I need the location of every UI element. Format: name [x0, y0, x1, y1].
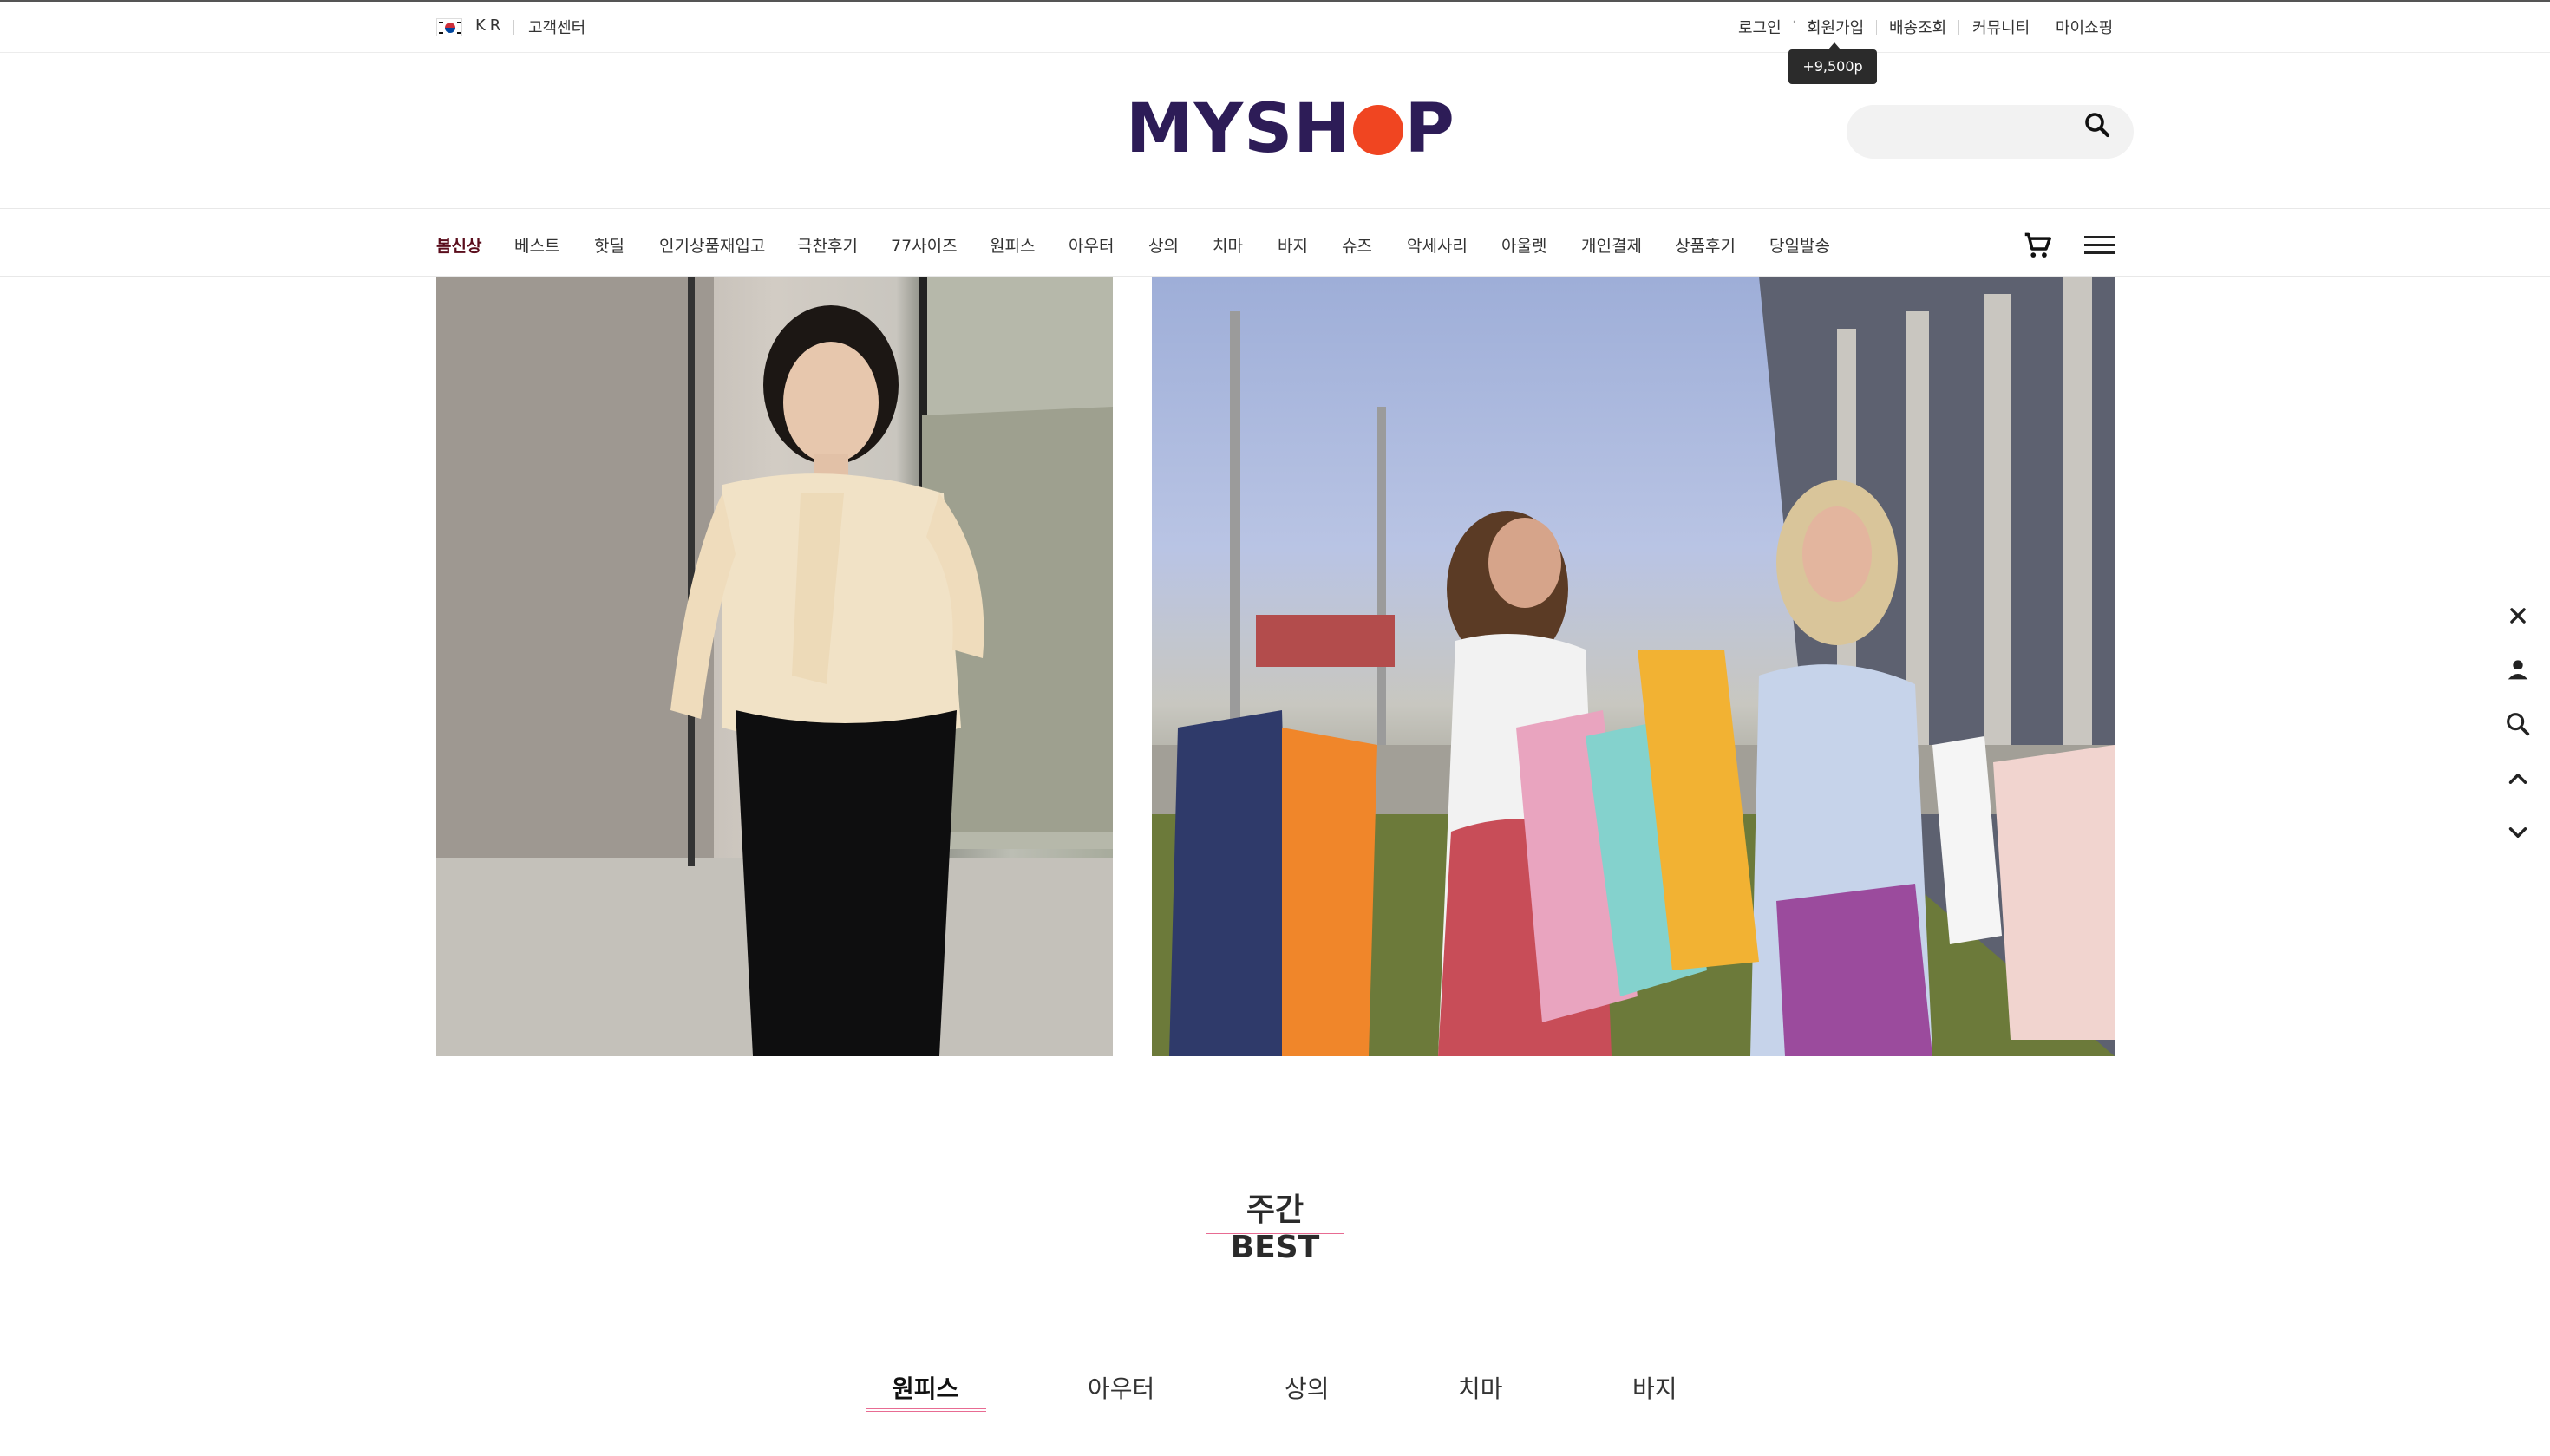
nav-item-77-size[interactable]: 77사이즈 — [891, 233, 958, 257]
logo-o-circle — [1352, 104, 1403, 155]
divider — [513, 20, 514, 35]
shopping-promo-banner[interactable] — [1152, 277, 2115, 1056]
friends-shopping-illustration — [1152, 277, 2115, 1056]
title-underline — [1206, 1231, 1344, 1234]
nav-item-personal-payment[interactable]: 개인결제 — [1581, 233, 1642, 257]
tab-outer[interactable]: 아우터 — [1088, 1370, 1154, 1405]
nav-item-same-day-shipping[interactable]: 당일발송 — [1769, 233, 1830, 257]
nav-item-best[interactable]: 베스트 — [514, 233, 559, 257]
divider — [1876, 20, 1877, 35]
signup-points-tooltip: +9,500p — [1788, 42, 1877, 84]
nav-item-product-reviews[interactable]: 상품후기 — [1675, 233, 1736, 257]
weekly-best-title: 주간 BEST — [1230, 1192, 1320, 1265]
nav-item-top[interactable]: 상의 — [1148, 233, 1179, 257]
login-link[interactable]: 로그인 — [1738, 16, 1782, 38]
cart-icon[interactable] — [2021, 229, 2054, 262]
nav-item-dress[interactable]: 원피스 — [990, 233, 1035, 257]
nav-item-praised-reviews[interactable]: 극찬후기 — [797, 233, 858, 257]
main-banner-slide[interactable] — [436, 277, 1113, 1056]
nav-item-accessories[interactable]: 악세사리 — [1407, 233, 1468, 257]
search-icon[interactable] — [2503, 709, 2533, 739]
nav-item-spring-new[interactable]: 봄신상 — [436, 233, 481, 257]
divider: · — [1792, 13, 1797, 31]
arrow-up-icon[interactable] — [2503, 764, 2533, 793]
nav-item-shoes[interactable]: 슈즈 — [1342, 233, 1372, 257]
country-selector[interactable]: KR — [475, 16, 505, 35]
customer-center-link[interactable]: 고객센터 — [528, 16, 585, 38]
nav-item-skirt[interactable]: 치마 — [1213, 233, 1243, 257]
close-icon[interactable] — [2503, 601, 2533, 630]
logo-text: MYSH — [1126, 90, 1351, 168]
divider — [1958, 20, 1959, 35]
korea-flag-icon[interactable] — [436, 18, 462, 36]
hamburger-menu-icon[interactable] — [2084, 236, 2115, 258]
nav-item-pants[interactable]: 바지 — [1278, 233, 1308, 257]
my-shopping-link[interactable]: 마이쇼핑 — [2056, 16, 2113, 38]
nav-item-outlet[interactable]: 아울렛 — [1501, 233, 1546, 257]
user-icon[interactable] — [2503, 655, 2533, 684]
woman-in-blouse-illustration — [436, 277, 1113, 1056]
delivery-tracking-link[interactable]: 배송조회 — [1889, 16, 1946, 38]
search-icon[interactable] — [2082, 109, 2113, 140]
main-navigation: 봄신상 베스트 핫딜 인기상품재입고 극찬후기 77사이즈 원피스 아우터 상의… — [0, 208, 2550, 277]
active-tab-underline — [866, 1408, 986, 1412]
community-link[interactable]: 커뮤니티 — [1972, 16, 2030, 38]
signup-link[interactable]: 회원가입 — [1807, 16, 1864, 38]
top-utility-bar: KR 고객센터 로그인 · 회원가입 배송조회 커뮤니티 마이쇼핑 — [0, 0, 2550, 53]
tab-dress[interactable]: 원피스 — [892, 1370, 958, 1405]
nav-item-hot-deal[interactable]: 핫딜 — [594, 233, 624, 257]
nav-item-restock[interactable]: 인기상품재입고 — [659, 233, 765, 257]
tab-top[interactable]: 상의 — [1285, 1370, 1330, 1405]
tab-skirt[interactable]: 치마 — [1458, 1370, 1503, 1405]
nav-item-outer[interactable]: 아우터 — [1069, 233, 1114, 257]
arrow-down-icon[interactable] — [2503, 818, 2533, 847]
tab-pants[interactable]: 바지 — [1632, 1370, 1677, 1405]
myshop-logo[interactable]: MYSH P — [1126, 90, 1455, 168]
logo-text-end: P — [1404, 90, 1455, 168]
